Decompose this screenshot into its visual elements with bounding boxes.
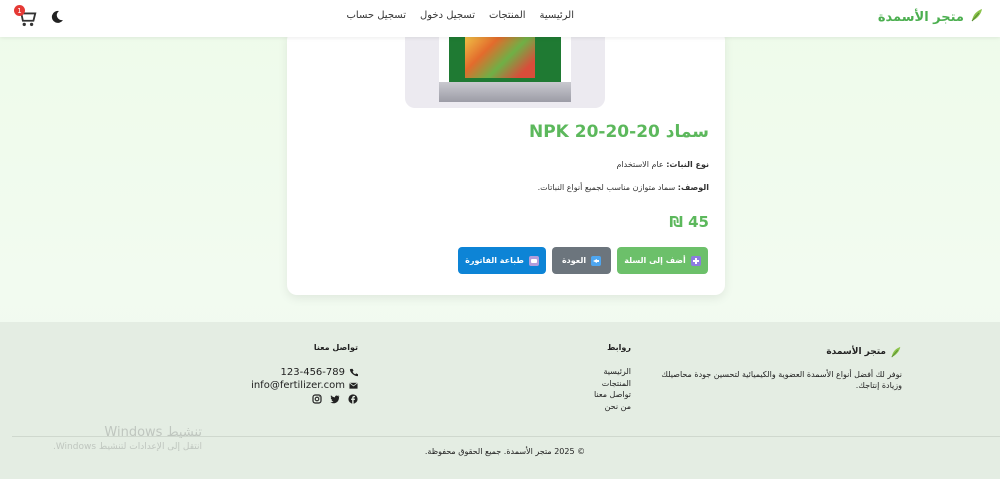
footer-brand-name: متجر الأسمدة bbox=[826, 347, 886, 357]
footer-brand: متجر الأسمدة bbox=[652, 346, 902, 358]
phone-icon bbox=[349, 368, 358, 377]
instagram-icon[interactable] bbox=[312, 394, 322, 404]
plant-type-value: عام الاستخدام bbox=[616, 160, 664, 169]
nav-link-products[interactable]: المنتجات bbox=[489, 10, 526, 21]
footer: متجر الأسمدة نوفر لك أفضل أنواع الأسمدة … bbox=[0, 322, 1000, 479]
cart-count-badge: 1 bbox=[14, 5, 25, 16]
leaf-icon bbox=[891, 346, 901, 358]
print-invoice-button[interactable]: طباعة الفاتورة bbox=[458, 247, 546, 274]
nav-link-home[interactable]: الرئيسية bbox=[540, 10, 574, 21]
envelope-icon bbox=[349, 382, 358, 389]
product-price: 45 ₪ bbox=[669, 213, 709, 231]
product-title: سماد NPK 20-20-20 bbox=[528, 122, 709, 142]
nav-links: الرئيسية المنتجات تسجيل دخول تسجيل حساب bbox=[346, 10, 574, 21]
watermark-title: تنشيط Windows bbox=[104, 425, 202, 440]
email-address[interactable]: info@fertilizer.com bbox=[251, 379, 345, 392]
product-card: سماد NPK 20-20-20 نوع النبات: عام الاستخ… bbox=[287, 30, 725, 295]
description-label: الوصف: bbox=[677, 183, 709, 192]
footer-contact-title: تواصل معنا bbox=[313, 343, 358, 352]
plant-type-row: نوع النبات: عام الاستخدام bbox=[617, 160, 710, 169]
printer-icon bbox=[528, 255, 539, 266]
footer-link-about[interactable]: من نحن bbox=[594, 401, 631, 413]
phone-row: 123-456-789 bbox=[251, 366, 358, 379]
footer-contact: تواصل معنا 123-456-789 info@fertilizer.c… bbox=[251, 343, 358, 404]
back-label: العودة bbox=[561, 256, 587, 265]
product-image bbox=[405, 30, 605, 108]
brand-logo[interactable]: متجر الأسمدة bbox=[878, 8, 984, 26]
facebook-icon[interactable] bbox=[348, 394, 358, 404]
add-to-cart-label: أضف إلى السلة bbox=[624, 256, 686, 265]
back-button[interactable]: العودة bbox=[552, 247, 611, 274]
footer-about: متجر الأسمدة نوفر لك أفضل أنواع الأسمدة … bbox=[652, 346, 902, 392]
footer-link-products[interactable]: المنتجات bbox=[594, 378, 631, 390]
moon-icon[interactable] bbox=[50, 10, 64, 24]
social-links bbox=[251, 394, 358, 404]
cart-button[interactable]: 1 bbox=[14, 5, 40, 29]
footer-links-title: روابط bbox=[607, 343, 631, 352]
description-row: الوصف: سماد متوازن مناسب لجميع أنواع الن… bbox=[538, 183, 709, 192]
footer-links: روابط الرئيسية المنتجات تواصل معنا من نح… bbox=[594, 343, 631, 412]
footer-link-home[interactable]: الرئيسية bbox=[594, 366, 631, 378]
leaf-icon bbox=[970, 8, 984, 26]
footer-link-contact[interactable]: تواصل معنا bbox=[594, 389, 631, 401]
nav-link-login[interactable]: تسجيل دخول bbox=[420, 10, 475, 21]
brand-name: متجر الأسمدة bbox=[877, 9, 964, 25]
footer-divider bbox=[12, 436, 1000, 437]
phone-number[interactable]: 123-456-789 bbox=[281, 366, 345, 379]
description-value: سماد متوازن مناسب لجميع أنواع النباتات. bbox=[537, 183, 676, 192]
fertilizer-bag-image bbox=[439, 30, 571, 102]
plant-type-label: نوع النبات: bbox=[666, 160, 709, 169]
print-invoice-label: طباعة الفاتورة bbox=[465, 256, 524, 265]
back-arrow-icon bbox=[591, 255, 602, 266]
nav-link-register[interactable]: تسجيل حساب bbox=[346, 10, 406, 21]
email-row: info@fertilizer.com bbox=[251, 379, 358, 392]
copyright-text: © 2025 متجر الأسمدة. جميع الحقوق محفوظة. bbox=[424, 447, 586, 456]
navbar: متجر الأسمدة الرئيسية المنتجات تسجيل دخو… bbox=[0, 0, 1000, 37]
twitter-icon[interactable] bbox=[330, 394, 340, 404]
plus-icon bbox=[690, 255, 701, 266]
nav-actions: 1 bbox=[14, 5, 64, 29]
footer-about-text: نوفر لك أفضل أنواع الأسمدة العضوية والكي… bbox=[661, 370, 902, 390]
add-to-cart-button[interactable]: أضف إلى السلة bbox=[617, 247, 708, 274]
